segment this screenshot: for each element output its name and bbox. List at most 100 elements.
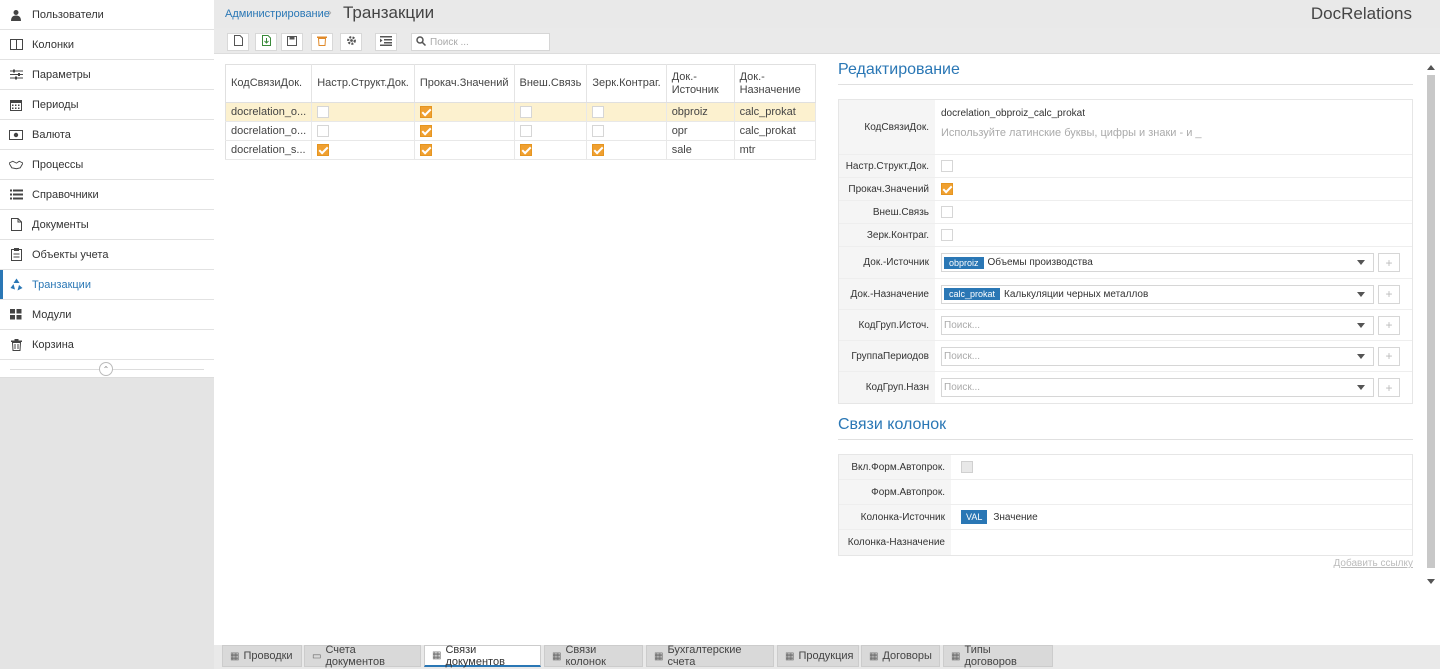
checkbox[interactable] [592,125,605,138]
cell-code: docrelation_o... [225,102,313,122]
checkbox[interactable] [419,125,432,138]
sidebar-item-processes[interactable]: Процессы [0,150,214,180]
tab-column-links[interactable]: ▦ Связи колонок [544,644,643,668]
add-grp-dst-button[interactable]: + [1378,378,1400,397]
nastr-field [935,157,1412,175]
save-icon [287,35,297,49]
src-select[interactable]: obproiz Объемы производства [941,253,1374,272]
column-header[interactable]: Зерк.Контраг. [586,64,667,103]
checkbox[interactable] [519,106,532,119]
tab-postings[interactable]: ▦ Проводки [222,645,302,667]
add-dst-button[interactable]: + [1378,284,1400,304]
column-header[interactable]: Настр.Структ.Док. [311,64,415,103]
period-select[interactable]: Поиск... [941,346,1374,366]
sliders-icon [9,68,23,82]
handshake-icon [9,158,23,172]
checkbox[interactable] [519,125,532,138]
sidebar: Пользователи Колонки Параметры Периоды В… [0,0,214,669]
grp-dst-select[interactable]: Поиск... [941,378,1374,397]
sidebar-item-params[interactable]: Параметры [0,60,214,90]
tab-document-accounts[interactable]: ▭ Счета документов [304,644,421,668]
column-links-form: Вкл.Форм.Автопрок. Форм.Автопрок. Колонк… [838,454,1413,556]
dst-field: calc_prokat Калькуляции черных металлов … [935,282,1412,307]
checkbox[interactable] [592,106,605,119]
tab-label: Типы договоров [964,644,1017,668]
sidebar-item-dictionaries[interactable]: Справочники [0,180,214,210]
tab-contracts[interactable]: ▦ Договоры [861,645,940,667]
edit-panel: Редактирование КодСвязиДок. docrelation_… [838,61,1413,404]
sidebar-item-users[interactable]: Пользователи [0,0,214,30]
sidebar-item-documents[interactable]: Документы [0,210,214,240]
scroll-down-icon[interactable] [1427,579,1435,584]
form-row-code: КодСвязиДок. docrelation_obproiz_calc_pr… [839,100,1412,155]
column-header[interactable]: Внеш.Связь [514,64,588,103]
column-header[interactable]: Док.-Назначение [734,64,817,103]
export-button[interactable] [255,33,277,51]
table-row[interactable]: docrelation_o... obproiz calc_prokat [225,102,817,122]
auto-checkbox[interactable] [961,461,973,473]
grp-src-select[interactable]: Поиск... [941,315,1374,335]
trash-icon [317,35,327,49]
dst-select[interactable]: calc_prokat Калькуляции черных металлов [941,284,1374,304]
checkbox[interactable] [519,144,532,157]
sidebar-item-modules[interactable]: Модули [0,300,214,330]
tab-contract-types[interactable]: ▦ Типы договоров [943,644,1053,668]
tab-products[interactable]: ▦ Продукция [777,645,859,667]
checkbox[interactable] [592,144,605,157]
sidebar-item-trash[interactable]: Корзина [0,330,214,360]
code-field[interactable]: docrelation_obproiz_calc_prokat Использу… [935,105,1412,149]
tab-document-links[interactable]: ▦ Связи документов [424,644,541,668]
sidebar-item-columns[interactable]: Колонки [0,30,214,60]
form-row-grp-dst: КодГруп.Назн Поиск... + [839,372,1412,403]
brand-title: DocRelations [1310,4,1412,23]
scroll-thumb[interactable] [1427,75,1435,568]
indent-button[interactable] [375,33,397,51]
breadcrumb[interactable]: Администрирование [225,8,330,20]
scroll-up-icon[interactable] [1427,65,1435,70]
scrollbar[interactable] [1425,65,1436,584]
column-header[interactable]: КодСвязиДок. [225,64,313,103]
plus-icon: + [1385,349,1393,363]
add-grp-src-button[interactable]: + [1378,315,1400,335]
col-src-field[interactable]: VAL Значение [951,505,1412,529]
chevron-down-icon [1357,353,1365,359]
sidebar-item-currency[interactable]: Валюта [0,120,214,150]
table-row[interactable]: docrelation_s... sale mtr [225,140,817,160]
prokach-checkbox[interactable] [941,183,953,195]
sidebar-item-accounting-objects[interactable]: Объекты учета [0,240,214,270]
sidebar-item-transactions[interactable]: Транзакции [0,270,214,300]
nastr-label: Настр.Структ.Док. [839,155,935,177]
vnesh-checkbox[interactable] [941,206,953,218]
add-period-button[interactable]: + [1378,346,1400,366]
money-icon [9,128,23,142]
checkbox[interactable] [419,144,432,157]
checkbox[interactable] [317,106,330,119]
calendar-icon: ▦ [552,650,562,662]
checkbox[interactable] [419,106,432,119]
calendar-icon [9,98,23,112]
new-record-button[interactable] [227,33,249,51]
add-src-button[interactable]: + [1378,253,1400,272]
checkbox[interactable] [317,125,330,138]
settings-button[interactable] [340,33,362,51]
checkbox[interactable] [317,144,330,157]
col-dst-field[interactable] [951,530,1412,555]
search-input[interactable]: Поиск ... [411,33,550,51]
cell-nastr [311,102,415,122]
sidebar-item-label: Валюта [32,128,71,141]
cell-vnesh [514,121,588,141]
delete-button[interactable] [311,33,333,51]
add-link-button[interactable]: Добавить ссылку [1334,558,1413,569]
zerk-checkbox[interactable] [941,229,953,241]
column-header[interactable]: Прокач.Значений [414,64,515,103]
column-header[interactable]: Док.-Источник [666,64,735,103]
sidebar-item-periods[interactable]: Периоды [0,90,214,120]
collapse-sidebar-icon[interactable]: ⌃ [99,362,113,376]
table-row[interactable]: docrelation_o... opr calc_prokat [225,121,817,141]
nastr-checkbox[interactable] [941,160,953,172]
tab-accounting-accounts[interactable]: ▦ Бухгалтерские счета [646,644,774,668]
tab-label: Счета документов [325,644,385,668]
grp-src-field: Поиск... + [935,313,1412,338]
form-field[interactable] [951,480,1412,504]
save-button[interactable] [281,33,303,51]
